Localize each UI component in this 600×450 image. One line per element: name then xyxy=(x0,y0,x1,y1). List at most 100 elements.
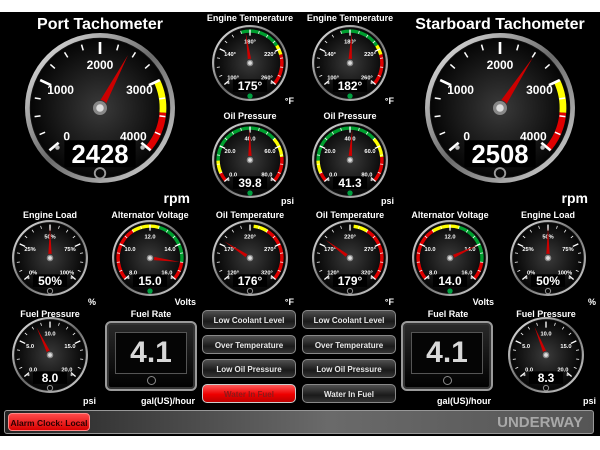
starboard-alarm-water-in-fuel[interactable]: Water In Fuel xyxy=(302,383,396,403)
needle-hub-cap xyxy=(96,104,104,112)
tick-label: 2000 xyxy=(487,58,514,72)
end-dot xyxy=(568,276,571,280)
digital-readout: 176° xyxy=(238,274,263,288)
tick-label: 220° xyxy=(264,52,276,58)
digital-readout: 182° xyxy=(338,79,363,93)
tick-label: 10.0 xyxy=(540,331,551,337)
needle-hub-cap xyxy=(546,256,550,260)
tick-label: 170° xyxy=(324,247,336,253)
port-alarm-water-in-fuel[interactable]: Water In Fuel xyxy=(202,383,296,403)
tick-label: 220° xyxy=(364,52,376,58)
digital-readout: 39.8 xyxy=(238,176,262,190)
status-ring-icon xyxy=(443,376,452,385)
tick-label: 10.0 xyxy=(124,247,135,253)
end-dot xyxy=(127,276,130,280)
digital-readout: 8.3 xyxy=(538,371,555,385)
starboard-alternator-voltage-gauge: 8.010.012.014.016.014.0 xyxy=(412,220,488,296)
starboard-engine-temperature-gauge: 100°140°180°220°260°182° xyxy=(312,25,388,101)
digital-readout: 50% xyxy=(38,274,62,288)
needle-hub-cap xyxy=(348,158,352,162)
mode-label: UNDERWAY xyxy=(497,414,583,431)
minor-tick xyxy=(34,97,41,100)
needle-hub-cap xyxy=(48,256,52,260)
tick-label: 14.0 xyxy=(164,247,175,253)
minor-tick xyxy=(559,97,566,100)
starboard-tachometer-unit: rpm xyxy=(561,190,588,206)
needle-hub-cap xyxy=(348,256,352,260)
minor-tick xyxy=(159,97,166,100)
tick-label: 20.0 xyxy=(324,149,335,155)
fuel-rate-unit: gal(US)/hour xyxy=(141,396,195,406)
minor-tick xyxy=(434,97,441,100)
tick-label: 180° xyxy=(244,39,256,45)
digital-readout: 50% xyxy=(536,274,560,288)
digital-readout: 179° xyxy=(338,274,363,288)
port-engine-temperature-gauge: 100°140°180°220°260°175° xyxy=(212,25,288,101)
port-alarm-low-oil-pressure[interactable]: Low Oil Pressure xyxy=(202,359,296,378)
starboard-alarm-low-oil-pressure[interactable]: Low Oil Pressure xyxy=(302,359,396,378)
starboard-fuel-pressure-unit: psi xyxy=(582,396,596,406)
minor-tick xyxy=(559,115,566,118)
port-oil-temperature-unit: °F xyxy=(284,297,294,307)
digital-readout: 14.0 xyxy=(438,274,462,288)
needle-hub-cap xyxy=(248,158,252,162)
tick-label: 25% xyxy=(522,247,533,253)
minor-tick xyxy=(434,115,441,118)
tick-label: 75% xyxy=(64,247,75,253)
tick-label: 220° xyxy=(344,234,356,240)
status-ok-icon xyxy=(347,190,353,196)
digital-readout: 2508 xyxy=(471,141,528,169)
fuel-rate-title: Fuel Rate xyxy=(130,309,172,319)
needle-hub-cap xyxy=(448,256,452,260)
alarm-clock-button[interactable]: Alarm Clock: Local xyxy=(8,413,90,431)
starboard-fuel-pressure-gauge: 0.05.010.015.020.08.3 xyxy=(508,317,584,393)
port-engine-load-gauge: 0%25%50%75%100%50% xyxy=(12,220,88,296)
end-dot xyxy=(370,81,373,85)
tick-label: 20.0 xyxy=(224,149,235,155)
needle-hub-cap xyxy=(48,353,52,357)
status-bar: Alarm Clock: Local UNDERWAY xyxy=(4,410,594,434)
status-ok-icon xyxy=(247,190,253,196)
digital-readout: 8.0 xyxy=(42,371,59,385)
status-ok-icon xyxy=(147,288,153,294)
starboard-tachometer-gauge: 010002000300040002508 xyxy=(425,33,575,183)
port-alarm-over-temperature[interactable]: Over Temperature xyxy=(202,334,296,354)
end-dot xyxy=(227,276,230,280)
port-alternator-voltage-gauge: 8.010.012.014.016.015.0 xyxy=(112,220,188,296)
digital-readout: 41.3 xyxy=(338,176,362,190)
starboard-alarm-over-temperature[interactable]: Over Temperature xyxy=(302,334,396,354)
needle-hub-cap xyxy=(248,256,252,260)
end-dot xyxy=(370,276,373,280)
engine-dashboard: Port Tachometer rpm 0 1000 2000 3000 4000 2428 S… xyxy=(0,12,600,436)
tick-label: 140° xyxy=(324,52,336,58)
tick-label: 2000 xyxy=(87,58,114,72)
tick-label: 3000 xyxy=(126,83,153,97)
tick-label: 270° xyxy=(264,247,276,253)
end-dot xyxy=(525,276,528,280)
tick-label: 270° xyxy=(364,247,376,253)
end-dot xyxy=(27,276,30,280)
end-dot xyxy=(540,145,545,150)
tick-label: 5.0 xyxy=(522,344,530,350)
tick-label: 10.0 xyxy=(424,247,435,253)
tick-label: 12.0 xyxy=(144,234,155,240)
starboard-alarm-low-coolant-level[interactable]: Low Coolant Level xyxy=(302,310,396,329)
end-dot xyxy=(523,373,526,377)
starboard-engine-load-gauge: 0%25%50%75%100%50% xyxy=(510,220,586,296)
end-dot xyxy=(327,178,330,182)
end-dot xyxy=(70,373,73,377)
starboard-engine-load-unit: % xyxy=(587,297,596,307)
tick-label: 60.0 xyxy=(264,149,275,155)
starboard-oil-temperature-unit: °F xyxy=(384,297,394,307)
port-fuel-rate-display: 4.1 xyxy=(105,321,197,391)
tick-label: 220° xyxy=(244,234,256,240)
port-alarm-low-coolant-level[interactable]: Low Coolant Level xyxy=(202,310,296,329)
needle-hub-cap xyxy=(544,353,548,357)
digital-readout: 2428 xyxy=(71,141,128,169)
end-dot xyxy=(270,81,273,85)
end-dot xyxy=(470,276,473,280)
end-dot xyxy=(270,178,273,182)
end-dot xyxy=(227,178,230,182)
port-alternator-voltage-unit: Volts xyxy=(174,297,196,307)
end-dot xyxy=(170,276,173,280)
